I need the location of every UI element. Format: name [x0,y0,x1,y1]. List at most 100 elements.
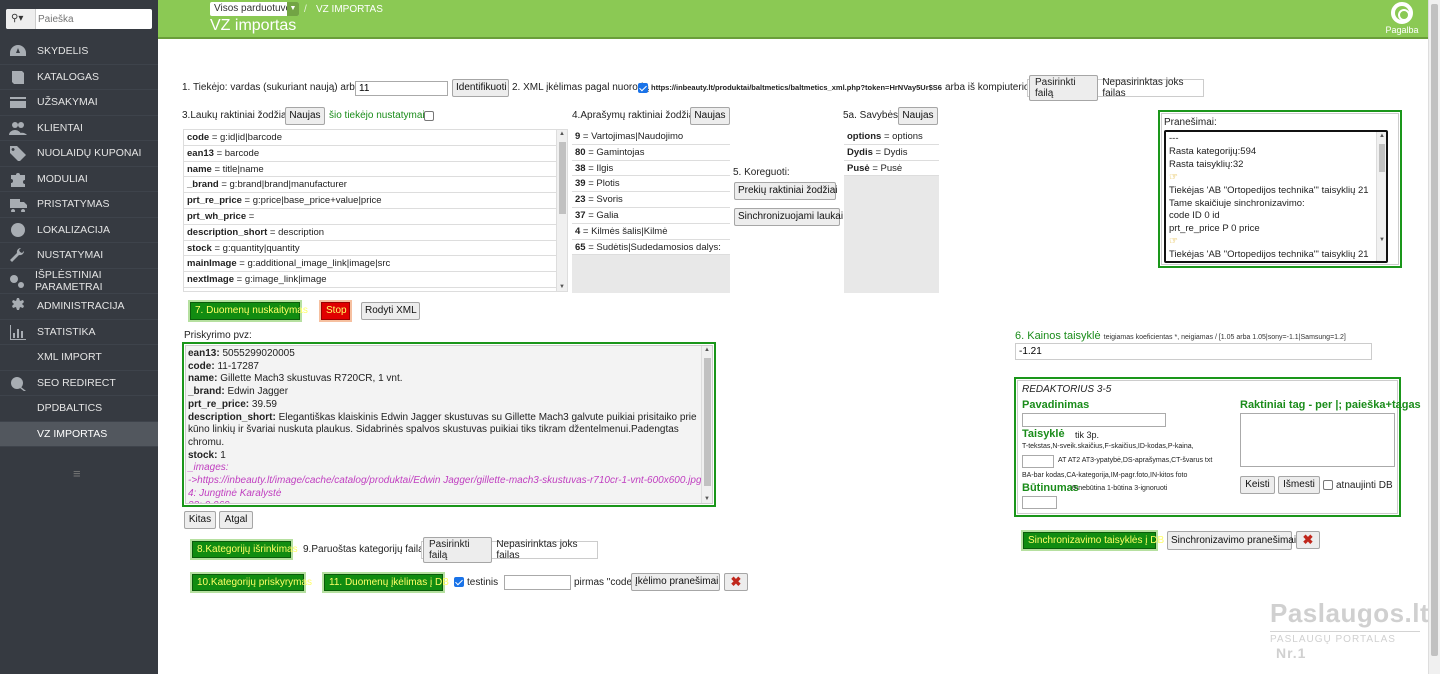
messages-box[interactable]: --- Rasta kategorijų:594 Rasta taisyklių… [1164,130,1388,263]
sidebar-item-skydelis[interactable]: SKYDELIS [0,39,158,65]
update-db-checkbox[interactable] [1323,480,1333,490]
next-button[interactable]: Kitas [184,511,216,529]
breadcrumb[interactable]: VZ IMPORTAS [316,4,383,15]
list-item[interactable]: 30 = productId [184,287,567,291]
sidebar-item-užsakymai[interactable]: UŽSAKYMAI [0,90,158,116]
list-item[interactable]: name = title|name [184,161,567,178]
list-item[interactable]: 4 = Kilmės šalis|Kilmė [572,223,730,240]
upload-db-button[interactable]: 11. Duomenų įkėlimas į DB [324,574,449,591]
keyword-id: prt_re_price [187,195,242,207]
xml-url[interactable]: https://inbeauty.lt/produktai/baltmetics… [651,83,942,92]
list-item[interactable]: 38 = Ilgis [572,160,730,177]
name-input[interactable] [1022,413,1166,427]
change-button[interactable]: Keisti [1240,476,1275,494]
sidebar-item-statistika[interactable]: STATISTIKA [0,320,158,345]
book-icon [8,68,28,86]
sidebar-item-nuolaidų-kuponai[interactable]: NUOLAIDŲ KUPONAI [0,141,158,167]
list-item[interactable]: ean13 = barcode [184,145,567,162]
sidebar-item-moduliai[interactable]: MODULIAI [0,167,158,192]
example-key: name: [188,373,218,385]
category-assign-button[interactable]: 10.Kategorijų priskyrymas [192,574,312,591]
required-input[interactable] [1022,496,1057,509]
list-item[interactable]: prt_wh_price = [184,208,567,225]
list-item[interactable]: mainImage = g:additional_image_link|imag… [184,256,567,273]
price-rule-input[interactable] [1015,343,1372,360]
field-keywords-scrollbar[interactable]: ▲ ▼ [556,130,567,291]
test-mode-checkbox[interactable] [454,577,464,587]
sidebar-item-lokalizacija[interactable]: LOKALIZACIJA [0,218,158,243]
sidebar-item-dpdbaltics[interactable]: DPDBALTICS [0,396,158,422]
list-item[interactable]: Pusė = Pusė [844,160,939,177]
users-icon [8,119,28,137]
keyword-id: prt_wh_price [187,210,247,222]
list-item[interactable]: description_short = description [184,224,567,241]
new-field-keyword-button[interactable]: Naujas [285,107,325,125]
first-code-label: pirmas "code" [574,577,636,588]
sidebar-item-klientai[interactable]: KLIENTAI [0,116,158,141]
upload-messages-button[interactable]: Įkėlimo pranešimai [631,573,720,591]
sidebar-item-xml-import[interactable]: XML IMPORT [0,345,158,371]
list-item[interactable]: 23 = Svoris [572,192,730,208]
keywords-textarea[interactable] [1240,413,1395,467]
category-select-button[interactable]: 8.Kategorijų išrinkimas [192,541,298,558]
list-item[interactable]: code = g:id|id|barcode [184,130,567,146]
product-keywords-button[interactable]: Prekių raktiniai žodžiai [734,182,838,200]
list-item[interactable]: _brand = g:brand|brand|manufacturer [184,177,567,194]
choose-category-file-button[interactable]: Pasirinkti failą [423,537,493,563]
list-item[interactable]: Dydis = Dydis [844,144,939,161]
sync-rules-button[interactable]: Sinchronizavimo taisyklės į DB [1023,532,1164,549]
price-rule-header: 6. Kainos taisyklė teigiamas koeficienta… [1015,330,1346,342]
identify-button[interactable]: Identifikuoti [452,79,509,97]
credit-card-icon [8,93,28,111]
stop-button[interactable]: Stop [321,302,350,320]
delete-button[interactable]: Išmesti [1278,476,1320,494]
xml-file-input[interactable]: Pasirinkti failą Nepasirinktas joks fail… [1027,75,1204,101]
keywords-label: Raktiniai tag - per |; paieška+tagas [1240,399,1421,411]
sidebar-item-pristatymas[interactable]: PRISTATYMAS [0,192,158,218]
list-item[interactable]: 9 = Vartojimas|Naudojimo [572,129,730,145]
list-item[interactable]: 65 = Sudėtis|Sudedamosios dalys: [572,239,730,256]
search-input[interactable] [38,11,148,27]
list-item[interactable]: 80 = Gamintojas [572,144,730,161]
example-key: ean13: [188,348,220,359]
clear-sync-button[interactable]: ✖ [1296,531,1320,549]
search-scope-button[interactable]: ⚲▾ [6,9,36,29]
example-box[interactable]: ean13: 5055299020005 code: 11-17287 name: … [185,345,713,504]
supplier-settings-checkbox[interactable] [424,111,434,121]
sync-messages-button[interactable]: Sinchronizavimo pranešimai [1167,531,1296,550]
list-item[interactable]: 37 = Galia [572,207,730,224]
sidebar-item-išplėstiniai-parametrai[interactable]: IŠPLĖSTINIAI PARAMETRAI [0,269,158,294]
sync-fields-button[interactable]: Sinchronizuojami laukai [734,208,843,226]
list-item[interactable]: prt_re_price = g:price|base_price+value|… [184,193,567,209]
sidebar-item-seo-redirect[interactable]: SEO REDIRECT [0,371,158,396]
new-description-keyword-button[interactable]: Naujas [690,107,730,125]
supplier-id-input[interactable] [355,81,448,96]
collapse-menu-icon[interactable]: ≡ [73,466,81,481]
sidebar-item-vz-importas[interactable]: VZ IMPORTAS [0,421,158,447]
keyword-value: productId [208,290,248,291]
help-label: Pagalba [1385,25,1419,35]
back-button[interactable]: Atgal [219,511,253,529]
list-item[interactable]: stock = g:quantity|quantity [184,240,567,257]
list-item[interactable]: options = options [844,129,939,145]
choose-file-button[interactable]: Pasirinkti failą [1029,75,1099,101]
load-data-button[interactable]: 7. Duomenų nuskaitymas [190,302,308,320]
list-item[interactable]: 39 = Plotis [572,176,730,193]
show-xml-button[interactable]: Rodyti XML [361,302,420,320]
sidebar-item-katalogas[interactable]: KATALOGAS [0,65,158,90]
shop-select[interactable]: Visos parduotuvės ▼ [210,2,299,16]
new-property-button[interactable]: Naujas [898,107,938,125]
rule-input[interactable] [1022,455,1054,468]
clear-upload-button[interactable]: ✖ [724,573,748,591]
xml-url-checkbox[interactable] [638,83,648,93]
help-button[interactable]: Pagalba [1384,2,1420,35]
sidebar-item-nustatymai[interactable]: NUSTATYMAI [0,243,158,269]
rule-label: Taisyklė [1022,428,1065,440]
sidebar-item-administracija[interactable]: ADMINISTRACIJA [0,294,158,320]
page-scrollbar[interactable] [1428,0,1440,674]
first-code-input[interactable] [504,575,571,590]
editor-panel: REDAKTORIUS 3-5 Pavadinimas Taisyklė tik… [1014,377,1421,517]
name-label: Pavadinimas [1022,399,1090,411]
category-file-input[interactable]: Pasirinkti failą Nepasirinktas joks fail… [421,537,598,563]
list-item[interactable]: nextImage = g:image_link|image [184,272,567,288]
